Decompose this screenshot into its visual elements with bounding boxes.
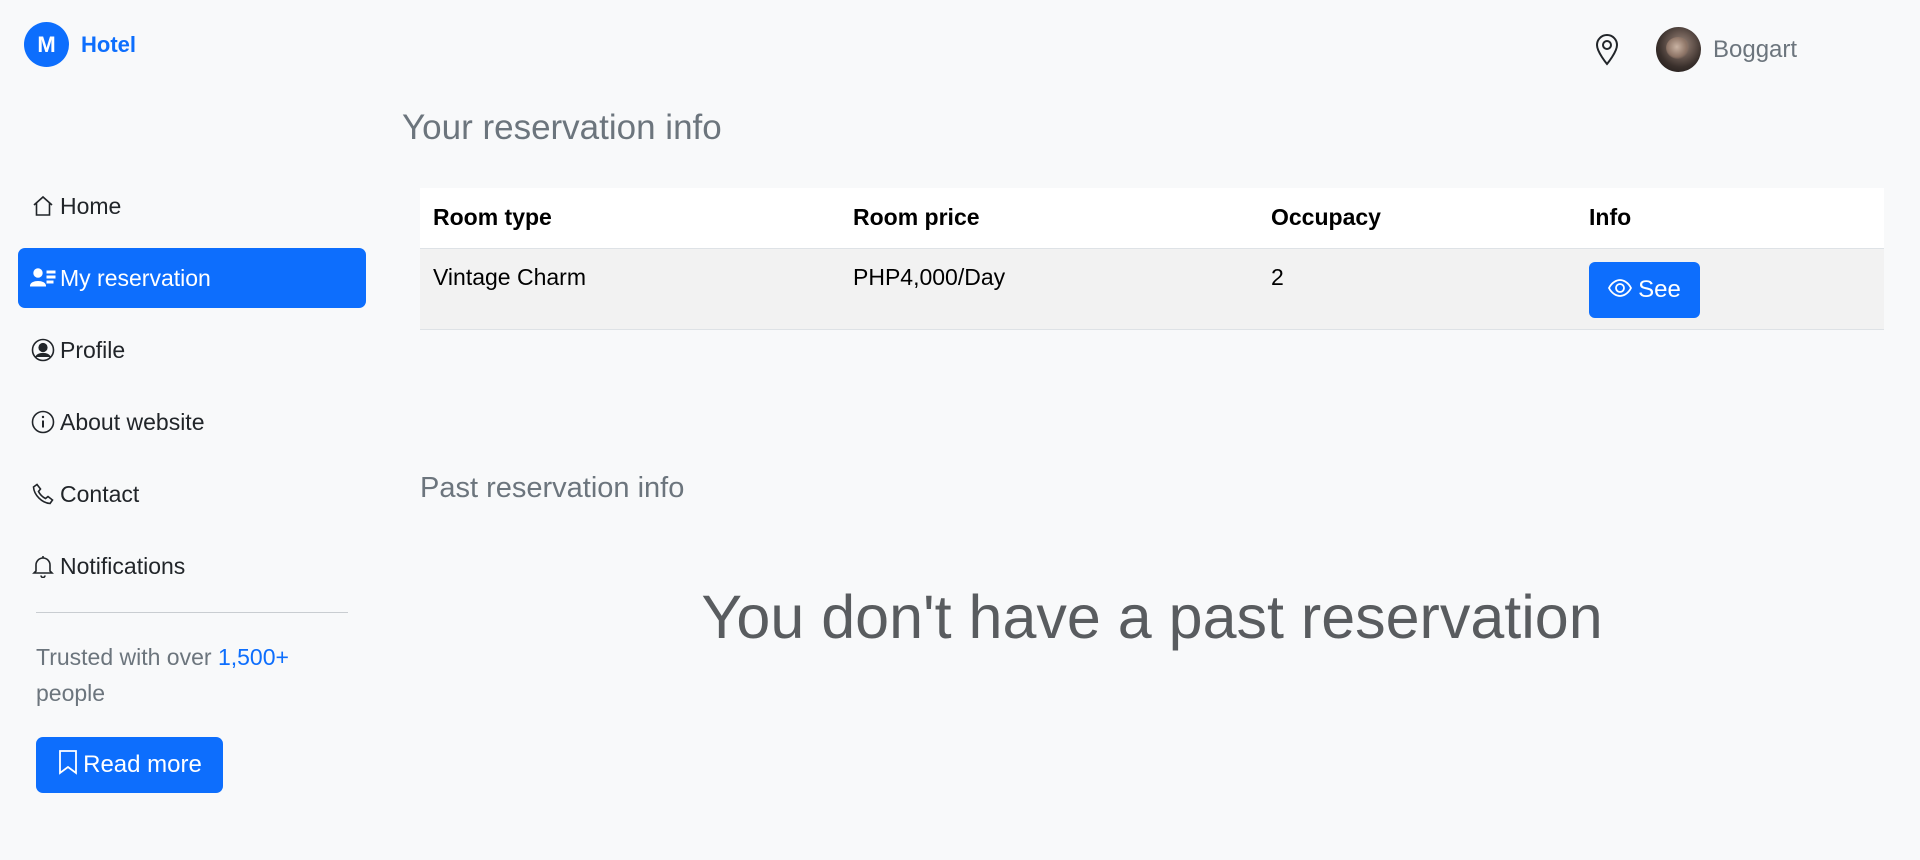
user-name: Boggart: [1713, 35, 1798, 63]
map-pin-icon[interactable]: [1590, 30, 1624, 70]
page: M Hotel Boggart Home My reservation Prof…: [0, 0, 1920, 860]
page-title: Your reservation info: [402, 108, 722, 147]
person-list-icon: [30, 265, 56, 291]
sidebar-item-label: About website: [60, 408, 205, 435]
avatar: [1656, 27, 1701, 72]
bookmark-icon: [57, 749, 79, 782]
sidebar-item-contact[interactable]: Contact: [18, 464, 366, 524]
trusted-count: 1,500+: [217, 644, 289, 670]
past-reservation-empty-message: You don't have a past reservation: [701, 583, 1603, 651]
sidebar: Home My reservation Profile About websit…: [18, 176, 366, 793]
occupancy-value: 2: [1271, 263, 1284, 290]
see-button[interactable]: See: [1589, 261, 1700, 318]
see-label: See: [1638, 275, 1681, 303]
cell-room-type: Vintage Charm: [420, 248, 840, 330]
sidebar-item-notifications[interactable]: Notifications: [18, 536, 366, 596]
trusted-text: Trusted with over 1,500+ people: [36, 639, 356, 711]
sidebar-item-label: Contact: [60, 480, 140, 507]
room-type-value: Vintage Charm: [433, 263, 586, 290]
topbar-right: Boggart: [1590, 27, 1797, 72]
cell-occupancy: 2: [1258, 248, 1576, 330]
sidebar-item-label: Notifications: [60, 552, 186, 579]
user-menu[interactable]: Boggart: [1656, 27, 1797, 72]
sidebar-item-label: My reservation: [60, 264, 211, 291]
bell-icon: [30, 553, 56, 579]
sidebar-item-home[interactable]: Home: [18, 176, 366, 236]
sidebar-item-profile[interactable]: Profile: [18, 320, 366, 380]
eye-icon: [1608, 276, 1633, 304]
phone-icon: [30, 481, 56, 507]
sidebar-item-about-website[interactable]: About website: [18, 392, 366, 452]
trusted-suffix: people: [36, 680, 106, 706]
cell-room-price: PHP4,000/Day: [840, 248, 1258, 330]
column-header-occupancy: Occupacy: [1258, 188, 1576, 249]
table-header-row: Room type Room price Occupacy Info: [420, 188, 1884, 249]
brand-name: Hotel: [81, 31, 136, 57]
brand[interactable]: M Hotel: [24, 22, 136, 67]
sidebar-item-label: Home: [60, 192, 122, 219]
column-header-info: Info: [1576, 188, 1884, 249]
table-row: Vintage Charm PHP4,000/Day 2 See: [420, 248, 1884, 330]
info-circle-icon: [30, 409, 56, 435]
room-price-value: PHP4,000/Day: [853, 263, 1006, 290]
house-icon: [30, 193, 56, 219]
read-more-button[interactable]: Read more: [36, 737, 223, 793]
cell-info: See: [1576, 248, 1884, 330]
reservation-table: Room type Room price Occupacy Info Vinta…: [420, 188, 1884, 330]
sidebar-item-my-reservation[interactable]: My reservation: [18, 248, 366, 308]
brand-logo: M: [24, 22, 69, 67]
sidebar-divider: [36, 612, 348, 613]
person-circle-icon: [30, 337, 56, 363]
past-reservation-title: Past reservation info: [420, 472, 685, 504]
column-header-room-price: Room price: [840, 188, 1258, 249]
trusted-prefix: Trusted with over: [36, 644, 218, 670]
sidebar-item-label: Profile: [60, 336, 126, 363]
read-more-label: Read more: [83, 751, 202, 778]
column-header-room-type: Room type: [420, 188, 840, 249]
